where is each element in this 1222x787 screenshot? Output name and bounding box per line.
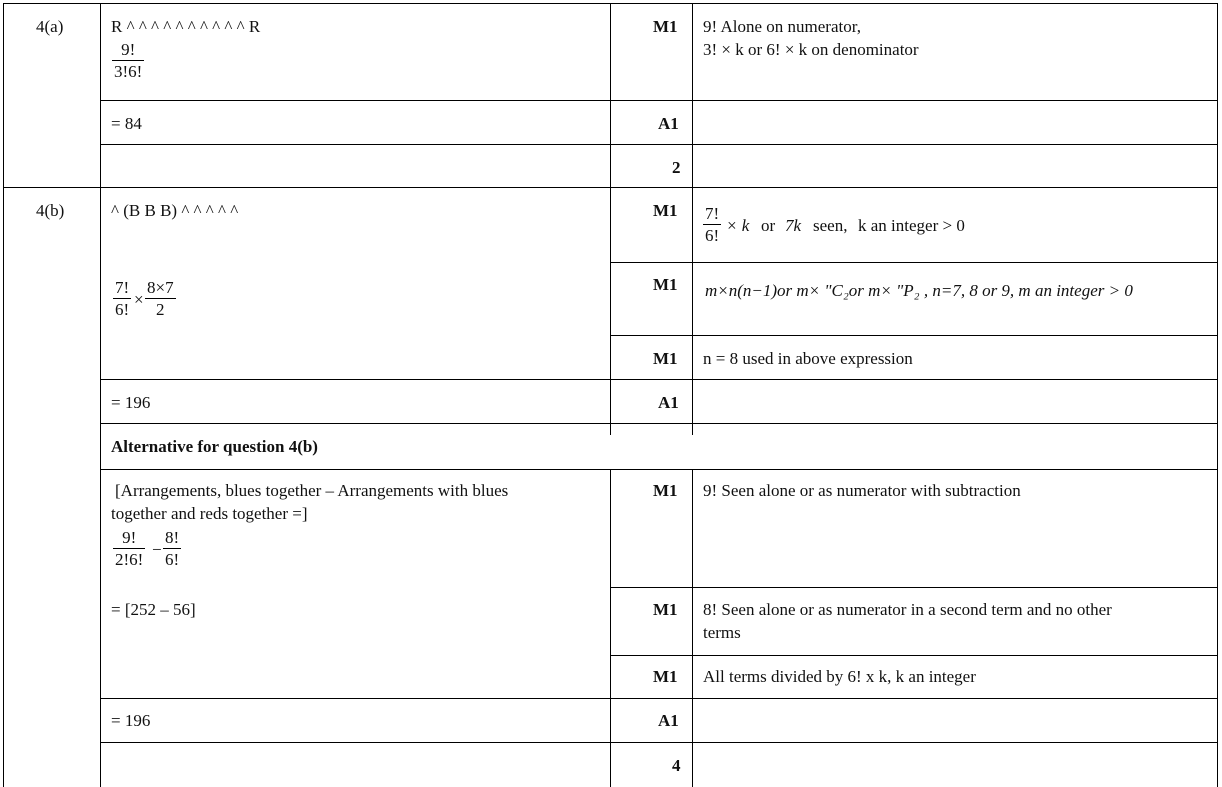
row-rule: [100, 469, 1218, 470]
fraction-denominator: 2: [156, 300, 165, 319]
question-label: 4(b): [36, 201, 65, 220]
mark-note: All terms divided by 6! x k, k an intege…: [703, 667, 976, 686]
section-heading: Alternative for question 4(b): [111, 437, 318, 456]
fraction: 9! 3!6!: [112, 40, 145, 83]
mark-note: or: [761, 216, 776, 235]
fraction-numerator: 8×7: [145, 278, 176, 299]
mark-note: 7k: [785, 216, 802, 235]
mark-note: k an integer > 0: [858, 216, 965, 235]
question-label: 4(a): [36, 17, 64, 36]
operator: ×: [134, 290, 144, 309]
mark-label: M1: [653, 481, 678, 500]
row-rule: [100, 144, 1218, 145]
mark-note: seen,: [813, 216, 848, 235]
mark-label: A1: [658, 114, 679, 133]
fraction-denominator: 3!6!: [114, 62, 143, 81]
mark-label: M1: [653, 17, 678, 36]
result-text: = 196: [111, 711, 151, 730]
mark-note: m×n(n−1)or m× "C₂or m× "P₂ , n=7, 8 or 9…: [705, 281, 1133, 300]
row-rule: [100, 100, 1218, 101]
col-rule: [610, 3, 611, 435]
col-rule: [692, 469, 693, 787]
row-rule: [611, 587, 1218, 588]
col-rule: [1217, 3, 1218, 787]
fraction: 7! 6!: [113, 278, 132, 321]
mark-label: M1: [653, 349, 678, 368]
mark-note: 8! Seen alone or as numerator in a secon…: [703, 600, 1112, 619]
alt-text: together and reds together =]: [111, 504, 308, 523]
mark-note: 9! Seen alone or as numerator with subtr…: [703, 481, 1021, 500]
col-rule: [610, 469, 611, 787]
fraction: 7! 6!: [703, 204, 722, 247]
mark-scheme-table: [0, 0, 1222, 787]
col-rule: [100, 3, 101, 787]
row-rule: [100, 423, 1218, 424]
fraction-denominator: 6!: [165, 550, 180, 569]
result-text: = 196: [111, 393, 151, 412]
mark-note: × k: [726, 216, 750, 235]
total-marks: 4: [672, 756, 681, 775]
mark-label: M1: [653, 667, 678, 686]
fraction-denominator: 6!: [115, 300, 130, 319]
mark-label: A1: [658, 711, 679, 730]
fraction-numerator: 9!: [113, 528, 146, 549]
fraction-numerator: 7!: [703, 204, 722, 225]
row-rule: [611, 655, 1218, 656]
row-rule: [100, 379, 1218, 380]
mark-label: M1: [653, 201, 678, 220]
total-marks: 2: [672, 158, 681, 177]
fraction-denominator: 2!6!: [115, 550, 144, 569]
fraction-numerator: 7!: [113, 278, 132, 299]
fraction: 9! 2!6!: [113, 528, 146, 571]
row-rule: [100, 698, 1218, 699]
result-text: = 84: [111, 114, 142, 133]
fraction-denominator: 6!: [705, 226, 720, 245]
arrangement-text: R ^ ^ ^ ^ ^ ^ ^ ^ ^ ^ R: [111, 17, 261, 36]
fraction-numerator: 8!: [163, 528, 182, 549]
row-rule: [100, 742, 1218, 743]
step-text: = [252 – 56]: [111, 600, 196, 619]
mark-label: M1: [653, 600, 678, 619]
row-rule: [611, 335, 1218, 336]
fraction-numerator: 9!: [112, 40, 145, 61]
arrangement-text: ^ (B B B) ^ ^ ^ ^ ^: [111, 201, 239, 220]
mark-label: A1: [658, 393, 679, 412]
fraction: 8×7 2: [145, 278, 176, 321]
col-rule: [692, 3, 693, 435]
mark-note: 9! Alone on numerator,: [703, 17, 861, 36]
operator: −: [152, 540, 162, 559]
mark-label: M1: [653, 275, 678, 294]
fraction: 8! 6!: [163, 528, 182, 571]
mark-note: terms: [703, 623, 741, 642]
col-rule: [3, 3, 4, 787]
mark-note: n = 8 used in above expression: [703, 349, 913, 368]
alt-text: [Arrangements, blues together – Arrangem…: [115, 481, 509, 500]
mark-note: 3! × k or 6! × k on denominator: [703, 40, 919, 59]
row-rule: [611, 262, 1218, 263]
